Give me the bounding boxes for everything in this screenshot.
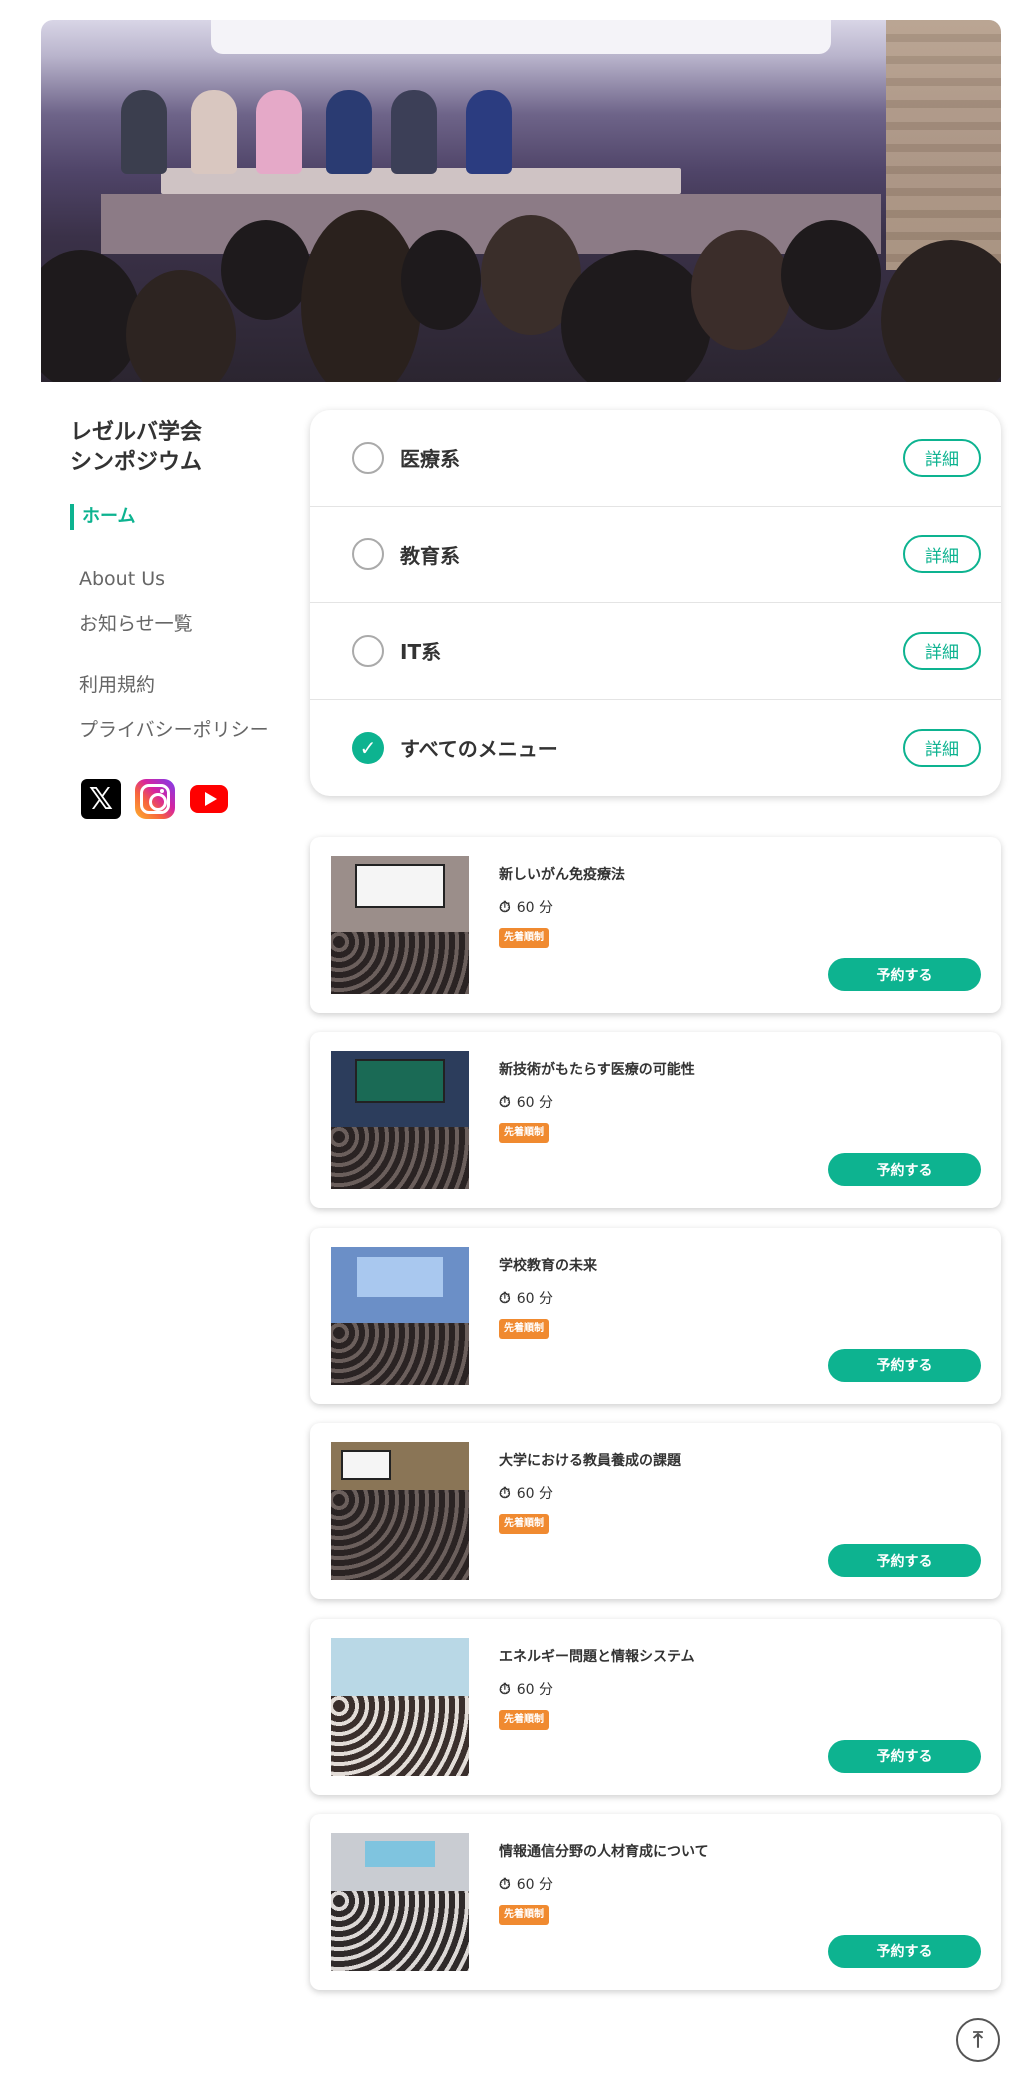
stopwatch-icon: ⏱ (499, 1484, 511, 1503)
reserve-button[interactable]: 予約する (828, 1934, 981, 1968)
hero-speaker (121, 90, 167, 174)
session-thumbnail (331, 1832, 469, 1971)
session-duration: ⏱ 60 分 (499, 1874, 553, 1894)
reserve-button[interactable]: 予約する (828, 1544, 981, 1578)
radio-button[interactable] (352, 538, 384, 571)
stopwatch-icon: ⏱ (499, 1288, 511, 1307)
session-title[interactable]: 情報通信分野の人材育成について (499, 1841, 709, 1861)
session-thumbnail (331, 1051, 469, 1190)
check-icon[interactable]: ✓ (352, 731, 384, 764)
arrow-up-icon: ⤒ (973, 2027, 983, 2053)
category-row-education[interactable]: 教育系 詳細 (310, 507, 1001, 603)
status-badge: 先着順制 (499, 1514, 549, 1535)
session-title[interactable]: 新しいがん免疫療法 (499, 864, 625, 884)
session-card: 情報通信分野の人材育成について ⏱ 60 分 先着順制 予約する (310, 1813, 1001, 1990)
category-row-medical[interactable]: 医療系 詳細 (310, 410, 1001, 507)
hero-speaker (191, 90, 237, 174)
stopwatch-icon: ⏱ (499, 1874, 511, 1893)
session-duration: ⏱ 60 分 (499, 1288, 553, 1308)
social-links: 𝕏 (70, 779, 300, 819)
radio-button[interactable] (352, 441, 384, 474)
duration-text: 60 分 (516, 1290, 553, 1307)
hero-image (41, 20, 1001, 382)
session-title[interactable]: 新技術がもたらす医療の可能性 (499, 1059, 695, 1079)
instagram-icon[interactable] (135, 779, 175, 819)
status-badge: 先着順制 (499, 1904, 549, 1925)
youtube-icon[interactable] (189, 779, 229, 819)
hero-audience (41, 250, 141, 382)
hero-audience (561, 250, 711, 382)
category-row-it[interactable]: IT系 詳細 (310, 603, 1001, 700)
radio-button[interactable] (352, 634, 384, 667)
duration-text: 60 分 (516, 1876, 553, 1893)
hero-audience (781, 220, 881, 330)
status-badge: 先着順制 (499, 1123, 549, 1144)
reserve-button[interactable]: 予約する (828, 1153, 981, 1187)
detail-button[interactable]: 詳細 (903, 728, 981, 767)
hero-audience (126, 270, 236, 382)
session-duration: ⏱ 60 分 (499, 1483, 553, 1503)
session-title[interactable]: 学校教育の未来 (499, 1255, 597, 1275)
hero-speaker (256, 90, 302, 174)
nav-news-list[interactable]: お知らせ一覧 (70, 611, 300, 637)
session-duration: ⏱ 60 分 (499, 1092, 553, 1112)
hero-speaker (391, 90, 437, 174)
hero-audience (401, 230, 481, 330)
x-icon[interactable]: 𝕏 (81, 779, 121, 819)
hero-speaker (326, 90, 372, 174)
session-duration: ⏱ 60 分 (499, 897, 553, 917)
nav-home[interactable]: ホーム (70, 504, 300, 530)
sidebar: レゼルバ学会 シンポジウム ホーム About Us お知らせ一覧 利用規約 プ… (70, 418, 300, 819)
detail-button[interactable]: 詳細 (903, 535, 981, 574)
duration-text: 60 分 (516, 1681, 553, 1698)
nav-terms[interactable]: 利用規約 (70, 672, 300, 698)
session-card: 大学における教員養成の課題 ⏱ 60 分 先着順制 予約する (310, 1423, 1001, 1600)
duration-text: 60 分 (516, 1095, 553, 1112)
session-thumbnail (331, 856, 469, 994)
reserve-button[interactable]: 予約する (828, 958, 981, 991)
hero-screen (211, 20, 831, 54)
category-row-all[interactable]: ✓ すべてのメニュー 詳細 (310, 700, 1001, 797)
hero-wall (886, 20, 1001, 270)
category-filter: 医療系 詳細 教育系 詳細 IT系 詳細 ✓ すべてのメニュー 詳細 (310, 410, 1001, 796)
duration-text: 60 分 (516, 1486, 553, 1503)
hero-audience (221, 220, 311, 320)
detail-button[interactable]: 詳細 (903, 631, 981, 670)
site-title[interactable]: レゼルバ学会 シンポジウム (70, 418, 300, 478)
session-card: 新しいがん免疫療法 ⏱ 60 分 先着順制 予約する (310, 837, 1001, 1013)
session-list: 新しいがん免疫療法 ⏱ 60 分 先着順制 予約する 新技術がもたらす医療の可能性… (310, 837, 1001, 2009)
duration-text: 60 分 (516, 900, 553, 916)
category-label: すべてのメニュー (400, 737, 558, 762)
stopwatch-icon: ⏱ (499, 1679, 511, 1698)
session-thumbnail (331, 1637, 469, 1776)
session-thumbnail (331, 1246, 469, 1385)
status-badge: 先着順制 (499, 928, 549, 948)
session-thumbnail (331, 1442, 469, 1581)
stopwatch-icon: ⏱ (499, 898, 511, 916)
detail-button[interactable]: 詳細 (903, 438, 981, 477)
reserve-button[interactable]: 予約する (828, 1739, 981, 1773)
stopwatch-icon: ⏱ (499, 1093, 511, 1112)
session-title[interactable]: エネルギー問題と情報システム (499, 1646, 695, 1666)
session-duration: ⏱ 60 分 (499, 1679, 553, 1699)
category-label: 医療系 (400, 447, 460, 472)
session-title[interactable]: 大学における教員養成の課題 (499, 1450, 681, 1470)
back-to-top-button[interactable]: ⤒ (956, 2018, 1000, 2062)
hero-speaker (466, 90, 512, 174)
session-card: 新技術がもたらす医療の可能性 ⏱ 60 分 先着順制 予約する (310, 1032, 1001, 1209)
hero-audience (691, 230, 791, 350)
category-label: 教育系 (400, 543, 460, 568)
status-badge: 先着順制 (499, 1709, 549, 1730)
session-card: エネルギー問題と情報システム ⏱ 60 分 先着順制 予約する (310, 1618, 1001, 1795)
nav-privacy-policy[interactable]: プライバシーポリシー (70, 717, 300, 743)
nav-about-us[interactable]: About Us (70, 566, 300, 592)
category-label: IT系 (400, 640, 442, 665)
session-card: 学校教育の未来 ⏱ 60 分 先着順制 予約する (310, 1227, 1001, 1404)
reserve-button[interactable]: 予約する (828, 1348, 981, 1382)
status-badge: 先着順制 (499, 1318, 549, 1339)
